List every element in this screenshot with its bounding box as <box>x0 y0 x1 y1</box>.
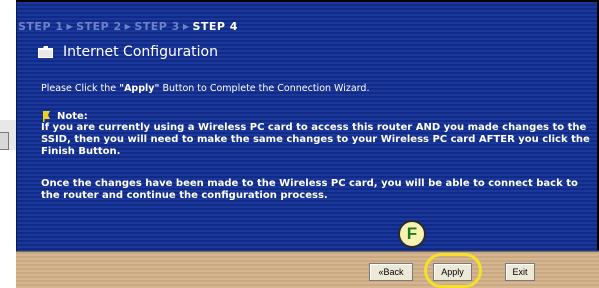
note-header: Note: <box>43 109 88 123</box>
instruction-apply-emphasis: "Apply" <box>119 83 160 94</box>
step-1: STEP 1 <box>18 19 64 33</box>
back-button[interactable]: «Back <box>369 263 413 281</box>
step-4-active: STEP 4 <box>192 19 238 33</box>
note-flag-icon <box>43 110 51 122</box>
step-separator-icon: ▶ <box>66 21 74 31</box>
note-paragraph-2: Once the changes have been made to the W… <box>41 178 578 201</box>
instruction-post: Button to Complete the Connection Wizard… <box>159 83 370 94</box>
step-2: STEP 2 <box>76 19 122 33</box>
instruction-text: Please Click the "Apply" Button to Compl… <box>41 83 581 94</box>
page-title: Internet Configuration <box>63 44 218 60</box>
note-label: Note: <box>57 110 88 122</box>
step-3: STEP 3 <box>134 19 180 33</box>
exit-button[interactable]: Exit <box>505 263 535 281</box>
section-header: Internet Configuration <box>38 42 218 62</box>
step-separator-icon: ▶ <box>124 21 132 31</box>
callout-badge: F <box>398 220 426 248</box>
apply-highlight-ring <box>424 253 482 288</box>
step-separator-icon: ▶ <box>182 21 190 31</box>
folder-icon <box>38 46 53 58</box>
instruction-pre: Please Click the <box>41 83 120 94</box>
wizard-top-border <box>16 0 599 2</box>
wizard-steps: STEP 1 ▶ STEP 2 ▶ STEP 3 ▶ STEP 4 <box>18 18 238 34</box>
background-button <box>0 132 9 150</box>
background-window <box>0 0 17 200</box>
note-paragraph-1: If you are currently using a Wireless PC… <box>41 122 590 157</box>
